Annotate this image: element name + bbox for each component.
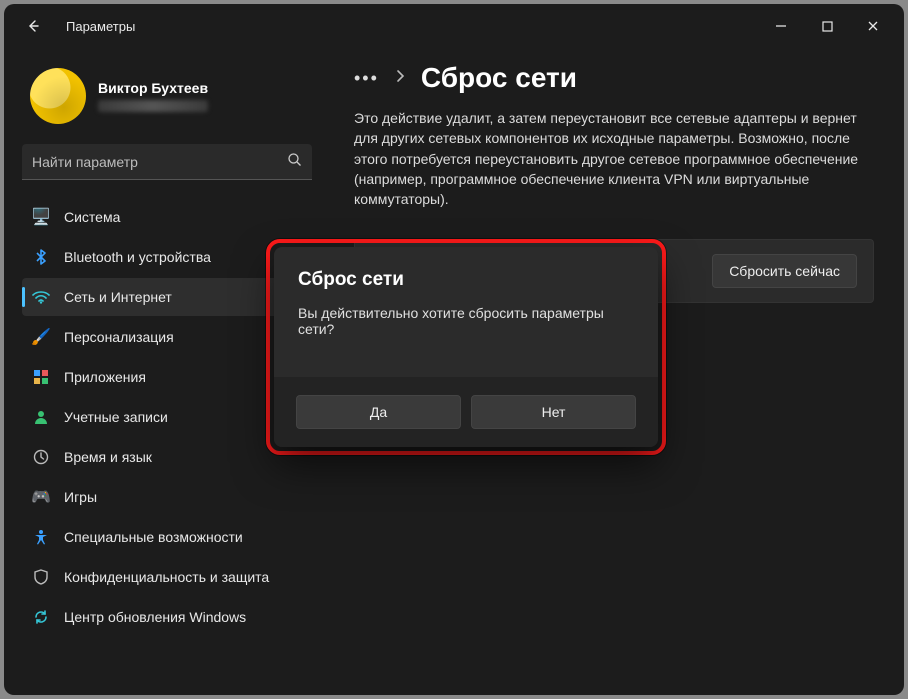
nav-accessibility[interactable]: Специальные возможности [22,518,312,556]
back-button[interactable] [18,11,48,41]
nav-label: Персонализация [64,329,174,345]
page-description: Это действие удалит, а затем переустанов… [354,108,878,209]
display-icon: 🖥️ [32,208,50,226]
accessibility-icon [32,528,50,546]
breadcrumb-overflow[interactable]: ••• [354,68,379,89]
close-button[interactable] [850,9,896,43]
person-icon [32,408,50,426]
nav-privacy[interactable]: Конфиденциальность и защита [22,558,312,596]
profile-email-blurred [98,100,208,112]
dialog-message: Вы действительно хотите сбросить парамет… [298,305,634,337]
dialog-no-button[interactable]: Нет [471,395,636,429]
profile-block[interactable]: Виктор Бухтеев [22,58,312,140]
nav-label: Время и язык [64,449,152,465]
bluetooth-icon [32,248,50,266]
wifi-icon [32,288,50,306]
nav-label: Специальные возможности [64,529,243,545]
search-icon [287,152,302,172]
nav-system[interactable]: 🖥️ Система [22,198,312,236]
avatar [30,68,86,124]
titlebar: Параметры [4,4,904,48]
confirm-dialog: Сброс сети Вы действительно хотите сброс… [274,247,658,447]
nav-label: Центр обновления Windows [64,609,246,625]
nav-label: Система [64,209,120,225]
gamepad-icon: 🎮 [32,488,50,506]
search-input[interactable] [32,154,287,170]
settings-window: Параметры Виктор Бухтеев [4,4,904,695]
chevron-right-icon [395,69,405,88]
brush-icon: 🖌️ [32,328,50,346]
update-icon [32,608,50,626]
nav-gaming[interactable]: 🎮 Игры [22,478,312,516]
window-title: Параметры [66,19,135,34]
profile-name: Виктор Бухтеев [98,80,208,96]
nav-label: Конфиденциальность и защита [64,569,269,585]
maximize-button[interactable] [804,9,850,43]
search-box[interactable] [22,144,312,180]
shield-icon [32,568,50,586]
nav-label: Учетные записи [64,409,168,425]
nav-label: Сеть и Интернет [64,289,172,305]
apps-icon [32,368,50,386]
clock-globe-icon [32,448,50,466]
nav-windows-update[interactable]: Центр обновления Windows [22,598,312,636]
dialog-yes-button[interactable]: Да [296,395,461,429]
minimize-button[interactable] [758,9,804,43]
nav-label: Игры [64,489,97,505]
breadcrumb: ••• Сброс сети [354,62,878,94]
dialog-title: Сброс сети [298,269,634,291]
dialog-highlight-frame: Сброс сети Вы действительно хотите сброс… [266,239,666,455]
reset-now-button[interactable]: Сбросить сейчас [712,254,857,288]
page-title: Сброс сети [421,62,577,94]
nav-label: Bluetooth и устройства [64,249,211,265]
nav-label: Приложения [64,369,146,385]
